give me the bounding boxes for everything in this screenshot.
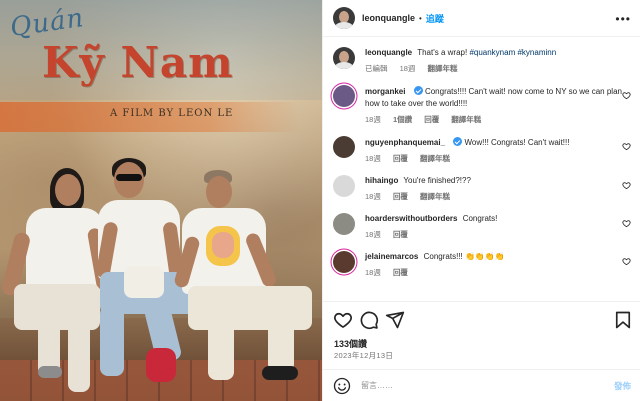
commenter-avatar[interactable] <box>333 85 355 107</box>
comment-text: You're finished?!?? <box>403 176 471 185</box>
post-panel: leonquangle • 追蹤 ••• leonquangle That's … <box>322 0 640 401</box>
comment-text: Wow!!! Congrats! Can't wait!!! <box>464 138 570 147</box>
caption-hashtags[interactable]: #quankynam #kynaminn <box>469 48 556 57</box>
reply-button[interactable]: 回覆 <box>424 115 439 124</box>
caption-time: 18週 <box>399 64 416 73</box>
comment-like-heart-icon[interactable] <box>622 219 631 228</box>
bookmark-icon[interactable] <box>613 310 633 330</box>
comment-time: 18週 <box>365 154 381 163</box>
comment-like-heart-icon[interactable] <box>622 142 631 151</box>
reply-button[interactable]: 回覆 <box>393 154 408 163</box>
translate-button[interactable]: 翻譯年糕 <box>451 115 481 124</box>
caption-avatar[interactable] <box>333 47 355 69</box>
comment-like-heart-icon[interactable] <box>622 91 631 100</box>
commenter-username[interactable]: morgankei <box>365 87 405 96</box>
comment-row: hihaingo You're finished?!?? 18週 回覆 翻譯年糕 <box>333 175 631 202</box>
reply-button[interactable]: 回覆 <box>393 192 408 201</box>
comment-time: 18週 <box>365 192 381 201</box>
comment-text: Congrats! <box>462 214 498 223</box>
reply-button[interactable]: 回覆 <box>393 268 408 277</box>
verified-badge-icon <box>413 86 423 95</box>
translate-button[interactable]: 翻譯年糕 <box>420 192 450 201</box>
more-horizontal-icon[interactable]: ••• <box>615 12 631 26</box>
commenter-avatar[interactable] <box>333 213 355 235</box>
caption-text: That's a wrap! <box>417 48 468 57</box>
comment-like-heart-icon[interactable] <box>622 257 631 266</box>
commenter-username[interactable]: jelainemarcos <box>365 252 418 261</box>
heart-icon[interactable] <box>333 310 353 330</box>
sign-main-text: Kỹ Nam <box>42 38 234 87</box>
comment-likes[interactable]: 1個讚 <box>393 115 412 124</box>
comment-row: morgankei Congrats!!!! Can't wait! now c… <box>333 85 631 125</box>
author-avatar[interactable] <box>333 7 355 29</box>
verified-badge-icon <box>453 137 463 146</box>
follow-button[interactable]: 追蹤 <box>426 12 444 25</box>
comment-time: 18週 <box>365 230 381 239</box>
comment-row: jelainemarcos Congrats!!! 👏👏👏👏 18週 回覆 <box>333 251 631 278</box>
commenter-avatar[interactable] <box>333 251 355 273</box>
add-comment-bar: 發佈 <box>323 369 640 401</box>
post-date[interactable]: 2023年12月13日 <box>334 350 393 361</box>
commenter-avatar[interactable] <box>333 136 355 158</box>
comment-time: 18週 <box>365 115 381 124</box>
comment-row: nguyenphanquemai_ Wow!!! Congrats! Can't… <box>333 136 631 164</box>
comment-icon[interactable] <box>359 310 379 330</box>
comment-text: Congrats!!! 👏👏👏👏 <box>423 252 505 261</box>
caption-row: leonquangle That's a wrap! #quankynam #k… <box>333 47 631 74</box>
comments-list[interactable]: leonquangle That's a wrap! #quankynam #k… <box>323 37 640 301</box>
action-bar <box>323 301 640 337</box>
commenter-avatar[interactable] <box>333 175 355 197</box>
likes-count[interactable]: 133個讚 <box>334 337 367 350</box>
post-header: leonquangle • 追蹤 ••• <box>323 0 640 37</box>
caption-edited: 已編輯 <box>365 64 388 73</box>
commenter-username[interactable]: hoarderswithoutborders <box>365 214 457 223</box>
separator-dot: • <box>419 13 422 23</box>
commenter-username[interactable]: hihaingo <box>365 176 398 185</box>
comment-input[interactable] <box>361 381 591 390</box>
caption-translate[interactable]: 翻譯年糕 <box>428 64 458 73</box>
emoji-icon[interactable] <box>333 377 351 395</box>
post-comment-button[interactable]: 發佈 <box>614 380 631 392</box>
author-username[interactable]: leonquangle <box>362 13 415 23</box>
sign-credit-text: A FILM BY LEON LE <box>110 108 234 119</box>
post-photo[interactable]: Quán Kỹ Nam A FILM BY LEON LE <box>0 0 322 401</box>
translate-button[interactable]: 翻譯年糕 <box>420 154 450 163</box>
reply-button[interactable]: 回覆 <box>393 230 408 239</box>
comment-time: 18週 <box>365 268 381 277</box>
share-icon[interactable] <box>385 310 405 330</box>
caption-username[interactable]: leonquangle <box>365 48 412 57</box>
comment-row: hoarderswithoutborders Congrats! 18週 回覆 <box>333 213 631 240</box>
commenter-username[interactable]: nguyenphanquemai_ <box>365 138 445 147</box>
comment-like-heart-icon[interactable] <box>622 181 631 190</box>
